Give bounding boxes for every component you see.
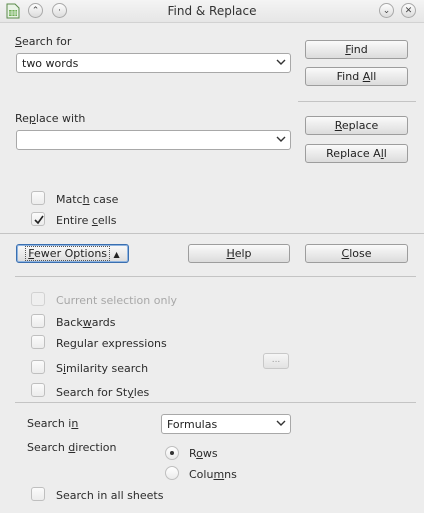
similarity-settings-button[interactable]: ... (263, 353, 289, 369)
search-styles-label: Search for Styles (56, 386, 150, 399)
checkmark-icon (34, 215, 44, 225)
minimize-button[interactable]: ⌄ (379, 3, 394, 18)
find-button[interactable]: Find (305, 40, 408, 59)
all-sheets-checkbox[interactable] (31, 487, 45, 501)
collapse-arrows-icon: ▲︎ (113, 250, 120, 259)
search-styles-checkbox[interactable] (31, 383, 45, 397)
chevron-down-icon (276, 59, 286, 65)
entire-cells-checkbox[interactable] (31, 212, 45, 226)
current-selection-label: Current selection only (56, 294, 178, 307)
title-bar: ⌃ · Find & Replace ⌄ ✕ (0, 0, 424, 23)
search-for-label: Search for (15, 35, 72, 48)
chevron-down-icon (276, 136, 286, 142)
regex-checkbox[interactable] (31, 335, 45, 349)
chevron-down-icon: ⌄ (382, 6, 391, 16)
search-in-select[interactable]: Formulas (161, 414, 291, 434)
search-direction-label: Search direction (27, 441, 117, 454)
find-all-button[interactable]: Find All (305, 67, 408, 86)
current-selection-checkbox[interactable] (31, 292, 45, 306)
chevron-down-icon (276, 420, 286, 426)
rows-radio[interactable] (165, 446, 179, 460)
close-icon: ✕ (404, 6, 413, 16)
regex-label: Regular expressions (56, 337, 167, 350)
help-button[interactable]: Help (188, 244, 290, 263)
columns-label: Columns (189, 468, 237, 481)
search-input[interactable]: two words (16, 53, 291, 73)
fewer-options-button[interactable]: Fewer Options ▲︎ (16, 244, 129, 263)
search-in-label: Search in (27, 417, 79, 430)
match-case-label: Match case (56, 193, 119, 206)
replace-input[interactable] (16, 130, 291, 150)
close-window-button[interactable]: ✕ (401, 3, 416, 18)
search-input-value: two words (22, 57, 79, 70)
close-button[interactable]: Close (305, 244, 408, 263)
backwards-label: Backwards (56, 316, 116, 329)
separator (0, 233, 424, 234)
backwards-checkbox[interactable] (31, 314, 45, 328)
rows-label: Rows (189, 447, 218, 460)
separator (15, 402, 416, 403)
match-case-checkbox[interactable] (31, 191, 45, 205)
replace-with-label: Replace with (15, 112, 86, 125)
similarity-label: Similarity search (56, 362, 149, 375)
entire-cells-label: Entire cells (56, 214, 117, 227)
replace-button[interactable]: Replace (305, 116, 408, 135)
similarity-checkbox[interactable] (31, 360, 45, 374)
separator (298, 101, 416, 102)
radio-selected-dot (170, 451, 174, 455)
search-in-value: Formulas (167, 418, 218, 431)
columns-radio[interactable] (165, 466, 179, 480)
all-sheets-label: Search in all sheets (56, 489, 164, 502)
replace-all-button[interactable]: Replace All (305, 144, 408, 163)
separator (15, 276, 416, 277)
window-title: Find & Replace (167, 4, 257, 18)
